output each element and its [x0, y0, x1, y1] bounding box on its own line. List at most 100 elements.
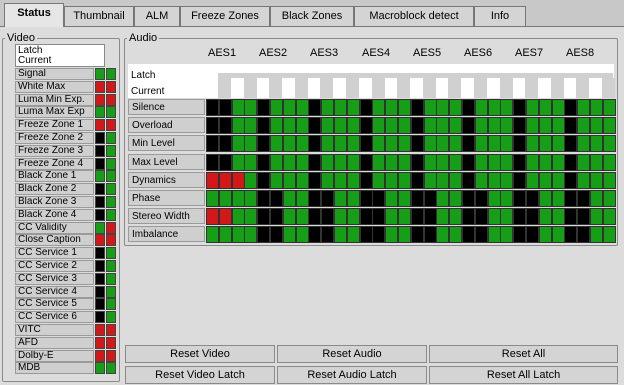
- video-current-indicator: [106, 170, 116, 182]
- video-current-indicator: [106, 337, 116, 349]
- audio-status-indicator: [577, 135, 590, 152]
- tab-freeze-zones[interactable]: Freeze Zones: [180, 6, 270, 26]
- tab-alm[interactable]: ALM: [134, 6, 180, 26]
- audio-status-indicator: [590, 172, 603, 189]
- audio-status-indicator: [347, 208, 360, 225]
- audio-status-indicator: [347, 99, 360, 116]
- audio-row: Stereo Width: [128, 208, 616, 225]
- video-current-indicator: [106, 222, 116, 234]
- aes-label: AES2: [259, 47, 288, 59]
- audio-status-indicator: [347, 117, 360, 134]
- video-current-indicator: [106, 273, 116, 285]
- audio-status-indicator: [219, 154, 232, 171]
- audio-status-indicator: [270, 154, 283, 171]
- audio-status-indicator: [385, 226, 398, 243]
- video-latch-indicator: [95, 132, 105, 144]
- video-current-indicator: [106, 286, 116, 298]
- tab-info[interactable]: Info: [474, 6, 526, 26]
- video-current-indicator: [106, 94, 116, 106]
- audio-status-indicator: [590, 135, 603, 152]
- audio-status-indicator: [308, 208, 321, 225]
- audio-status-indicator: [206, 154, 219, 171]
- reset-audio-button[interactable]: Reset Audio: [277, 345, 427, 363]
- video-row-label: CC Service 5: [15, 298, 94, 310]
- reset-audio-latch-button[interactable]: Reset Audio Latch: [277, 366, 427, 384]
- video-row-label: Freeze Zone 3: [15, 145, 94, 157]
- audio-status-indicator: [564, 154, 577, 171]
- video-current-indicator: [106, 132, 116, 144]
- audio-status-indicator: [206, 135, 219, 152]
- video-current-indicator: [106, 209, 116, 221]
- reset-video-button[interactable]: Reset Video: [125, 345, 275, 363]
- audio-status-indicator: [206, 99, 219, 116]
- video-current-indicator: [106, 119, 116, 131]
- video-row-label: VITC: [15, 324, 94, 336]
- audio-status-indicator: [577, 99, 590, 116]
- audio-row: Min Level: [128, 135, 616, 152]
- audio-status-indicator: [539, 172, 552, 189]
- video-row: CC Service 1: [15, 247, 121, 260]
- video-row-label: Black Zone 4: [15, 209, 94, 221]
- audio-status-indicator: [334, 172, 347, 189]
- audio-status-indicator: [590, 226, 603, 243]
- audio-status-indicator: [564, 172, 577, 189]
- audio-status-indicator: [411, 135, 424, 152]
- audio-status-indicator: [513, 99, 526, 116]
- audio-status-indicator: [206, 208, 219, 225]
- audio-status-indicator: [475, 99, 488, 116]
- audio-latch-area: [128, 64, 614, 98]
- audio-status-indicator: [257, 99, 270, 116]
- audio-status-indicator: [244, 135, 257, 152]
- audio-status-indicator: [334, 208, 347, 225]
- video-current-indicator: [106, 68, 116, 80]
- latch-stub: [551, 78, 564, 98]
- audio-status-indicator: [372, 154, 385, 171]
- video-row: MDB: [15, 362, 121, 375]
- tab-black-zones[interactable]: Black Zones: [270, 6, 354, 26]
- audio-status-indicator: [219, 172, 232, 189]
- video-row: Close Caption: [15, 234, 121, 247]
- video-current-indicator: [106, 324, 116, 336]
- aes-label: AES1: [208, 47, 237, 59]
- audio-status-indicator: [244, 154, 257, 171]
- tab-status[interactable]: Status: [4, 3, 64, 27]
- audio-status-indicator: [347, 154, 360, 171]
- tab-macroblock-detect[interactable]: Macroblock detect: [354, 6, 474, 26]
- latch-stub: [602, 78, 615, 98]
- audio-status-indicator: [321, 208, 334, 225]
- audio-status-indicator: [257, 208, 270, 225]
- audio-status-indicator: [539, 208, 552, 225]
- audio-status-indicator: [270, 190, 283, 207]
- audio-status-indicator: [475, 135, 488, 152]
- audio-status-indicator: [372, 99, 385, 116]
- audio-status-indicator: [372, 135, 385, 152]
- reset-video-latch-button[interactable]: Reset Video Latch: [125, 366, 275, 384]
- audio-status-indicator: [257, 117, 270, 134]
- audio-status-indicator: [436, 190, 449, 207]
- video-current-indicator: [106, 260, 116, 272]
- audio-status-indicator: [449, 135, 462, 152]
- audio-status-indicator: [321, 135, 334, 152]
- tab-thumbnail[interactable]: Thumbnail: [64, 6, 134, 26]
- video-current-indicator: [106, 298, 116, 310]
- audio-status-indicator: [500, 117, 513, 134]
- latch-stub: [346, 78, 359, 98]
- audio-status-indicator: [283, 99, 296, 116]
- latch-stub: [525, 78, 538, 98]
- aes-label: AES7: [515, 47, 544, 59]
- reset-all-button[interactable]: Reset All: [429, 345, 618, 363]
- reset-all-latch-button[interactable]: Reset All Latch: [429, 366, 618, 384]
- audio-status-indicator: [603, 226, 616, 243]
- latch-stub: [218, 78, 231, 98]
- audio-status-indicator: [577, 172, 590, 189]
- audio-status-indicator: [564, 135, 577, 152]
- audio-status-indicator: [603, 99, 616, 116]
- audio-status-indicator: [500, 190, 513, 207]
- audio-status-indicator: [449, 226, 462, 243]
- video-latch-indicator: [95, 247, 105, 259]
- video-row-label: Freeze Zone 1: [15, 119, 94, 131]
- video-row: Freeze Zone 1: [15, 119, 121, 132]
- video-current-indicator: [106, 106, 116, 118]
- latch-stub: [397, 78, 410, 98]
- audio-row-label: Dynamics: [128, 172, 205, 188]
